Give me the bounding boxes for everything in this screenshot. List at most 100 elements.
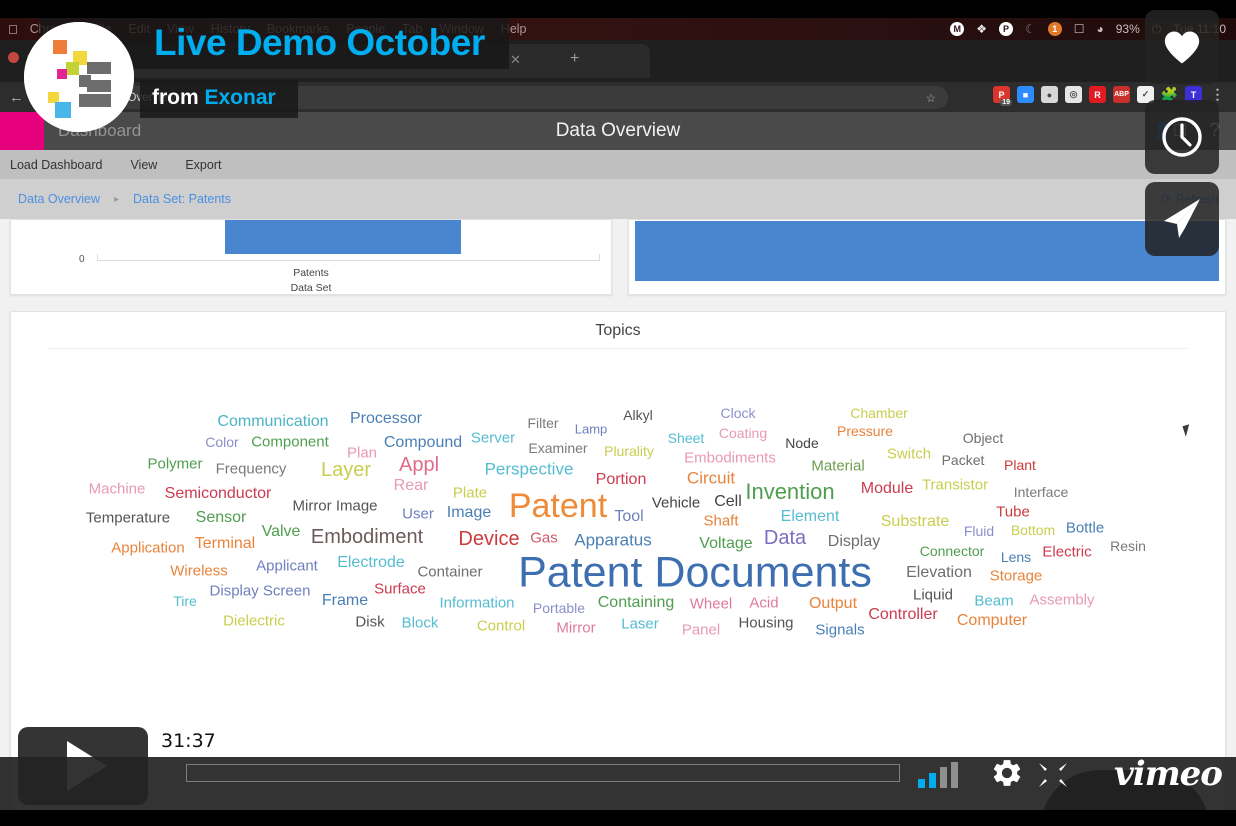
wordcloud-term[interactable]: Material [811,459,864,474]
bar-secondary[interactable] [635,221,1219,281]
dropbox-icon[interactable]: ❖ [976,22,987,36]
wordcloud-term[interactable]: Control [477,619,525,634]
wordcloud-term[interactable]: Tool [614,509,643,525]
wordcloud-term[interactable]: Connector [920,544,985,558]
wordcloud-term[interactable]: Color [205,435,238,449]
wordcloud-term[interactable]: Packet [942,453,985,467]
wordcloud-term[interactable]: Transistor [922,478,988,493]
wordcloud-term[interactable]: Invention [745,481,834,503]
exonar-logo[interactable] [24,22,134,132]
wordcloud-term[interactable]: Disk [355,615,384,630]
wordcloud-term[interactable]: Controller [868,607,937,623]
wordcloud-term[interactable]: Cell [714,494,742,510]
r-ext-icon[interactable]: R [1089,86,1106,103]
wordcloud-term[interactable]: Data [764,528,806,548]
moon-icon[interactable]: ☾ [1025,22,1036,36]
circle-ext-icon[interactable]: ◎ [1065,86,1082,103]
wordcloud-term[interactable]: Component [251,435,329,450]
wordcloud-term[interactable]: Containing [598,595,675,611]
wordcloud-term[interactable]: Object [963,431,1003,445]
wordcloud-term[interactable]: Lamp [575,423,608,436]
apple-menu-icon[interactable]:  [8,22,18,37]
video-title[interactable]: Live Demo October [154,22,485,63]
wordcloud-term[interactable]: Patent Documents [518,551,872,595]
share-button[interactable] [1145,182,1219,256]
pdf-ext-icon[interactable]: P 19 [993,86,1012,106]
pocket-icon[interactable]: P [998,22,1013,36]
wordcloud-term[interactable]: Module [861,481,913,497]
wordcloud-term[interactable]: Information [439,596,514,611]
wordcloud-term[interactable]: Plant [1004,458,1036,472]
wordcloud-term[interactable]: Application [111,541,184,556]
wordcloud-term[interactable]: Computer [957,613,1027,629]
video-author[interactable]: from Exonar [152,86,276,110]
close-window-button[interactable] [8,52,19,63]
wordcloud-term[interactable]: Lens [1001,550,1031,564]
wordcloud-term[interactable]: Dielectric [223,614,285,629]
wordcloud-term[interactable]: User [402,507,434,522]
menumeters-icon[interactable]: M [950,22,965,36]
wordcloud-term[interactable]: Frame [322,593,368,609]
bookmark-star-icon[interactable]: ☆ [926,91,936,105]
wordcloud-term[interactable]: Signals [815,623,864,638]
onepassword-icon[interactable]: 1 [1047,22,1062,36]
wordcloud-term[interactable]: Gas [530,531,558,546]
wordcloud-term[interactable]: Perspective [485,461,574,478]
fullscreen-button[interactable] [1038,762,1068,793]
wordcloud-term[interactable]: Substrate [881,514,949,530]
wordcloud-term[interactable]: Applicant [256,559,318,574]
wordcloud-term[interactable]: Assembly [1029,593,1094,608]
wordcloud-term[interactable]: Chamber [850,406,908,420]
wordcloud-term[interactable]: Plurality [604,444,654,458]
camera-ext-icon[interactable]: ● [1041,86,1058,103]
wordcloud-term[interactable]: Resin [1110,539,1146,553]
wordcloud-term[interactable]: Bottom [1011,523,1055,537]
wordcloud-term[interactable]: Embodiment [311,527,423,547]
vimeo-logo[interactable]: vimeo [1114,754,1223,794]
back-icon[interactable]: ← [9,89,24,106]
wordcloud-term[interactable]: Panel [682,623,720,638]
zoom-ext-icon[interactable]: ■ [1017,86,1034,103]
wordcloud-term[interactable]: Processor [350,411,422,427]
video-author-name[interactable]: Exonar [205,86,276,109]
bar-patents[interactable] [225,220,461,254]
wordcloud-term[interactable]: Examiner [528,441,587,455]
progress-bar[interactable] [186,764,900,782]
wordcloud-term[interactable]: Alkyl [623,408,653,422]
wordcloud-term[interactable]: Housing [738,616,793,631]
wordcloud-term[interactable]: Vehicle [652,496,700,511]
wordcloud-term[interactable]: Embodiments [684,451,776,466]
wordcloud-term[interactable]: Mirror [556,621,595,636]
wordcloud-term[interactable]: Portable [533,601,585,615]
wordcloud-term[interactable]: Elevation [906,565,972,581]
wordcloud-term[interactable]: Server [471,431,515,446]
close-tab-icon[interactable]: ✕ [510,52,521,68]
wordcloud-term[interactable]: Device [458,529,519,549]
wordcloud-term[interactable]: Acid [749,596,778,611]
wordcloud-term[interactable]: Switch [887,447,931,462]
wordcloud-term[interactable]: Polymer [147,457,202,472]
wordcloud-term[interactable]: Plate [453,486,487,501]
wordcloud-term[interactable]: Apparatus [574,532,652,549]
wordcloud-term[interactable]: Image [447,505,491,521]
wordcloud-term[interactable]: Frequency [216,462,287,477]
settings-button[interactable] [990,756,1024,795]
wordcloud-term[interactable]: Fluid [964,524,994,538]
wordcloud-term[interactable]: Layer [321,460,371,480]
wordcloud-term[interactable]: Filter [527,416,558,430]
wordcloud-term[interactable]: Terminal [195,536,255,552]
breadcrumb-data-set[interactable]: Data Set: Patents [133,192,231,206]
wordcloud-term[interactable]: Electrode [337,555,405,571]
wordcloud-term[interactable]: Display Screen [210,584,311,599]
new-tab-icon[interactable]: + [570,50,579,68]
menu-load-dashboard[interactable]: Load Dashboard [10,158,102,172]
wordcloud-term[interactable]: Element [781,509,840,525]
watch-later-button[interactable] [1145,100,1219,174]
wordcloud-term[interactable]: Surface [374,582,426,597]
wordcloud-term[interactable]: Rear [394,478,429,494]
wordcloud-term[interactable]: Coating [719,426,767,440]
wordcloud-term[interactable]: Shaft [703,514,738,529]
wordcloud-term[interactable]: Beam [974,594,1013,609]
wordcloud-term[interactable]: Pressure [837,424,893,438]
wordcloud-term[interactable]: Valve [262,524,301,540]
